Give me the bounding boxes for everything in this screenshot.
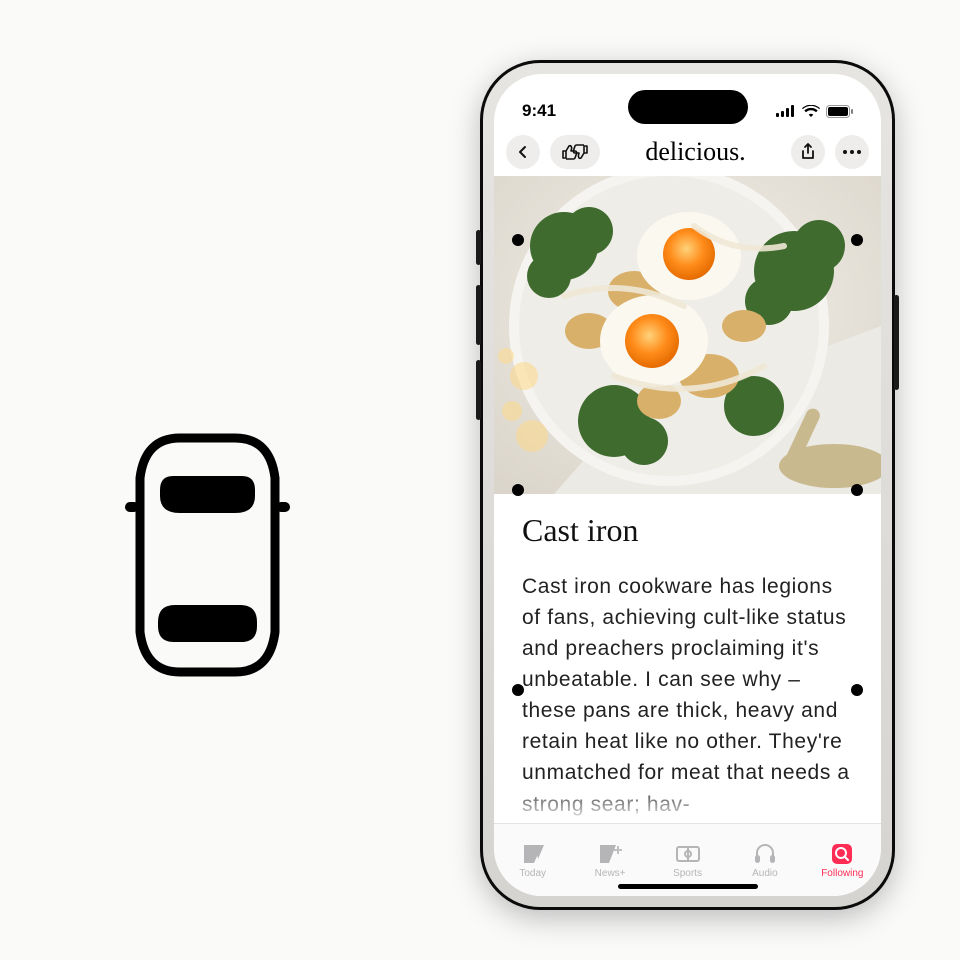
article-nav-bar: delicious.: [494, 128, 881, 176]
article-paragraph: Cast iron cookware has legions of fans, …: [522, 571, 853, 820]
phone-screen: 9:41: [494, 74, 881, 896]
phone-volume-up: [476, 285, 481, 345]
motion-cue-dot: [851, 684, 863, 696]
phone-volume-down: [476, 360, 481, 420]
back-button[interactable]: [506, 135, 540, 169]
home-indicator[interactable]: [618, 884, 758, 889]
dynamic-island: [628, 90, 748, 124]
motion-cue-dot: [851, 234, 863, 246]
tab-label: Audio: [752, 868, 778, 879]
article-heading: Cast iron: [522, 512, 853, 549]
cellular-icon: [776, 105, 796, 117]
motion-cue-dot: [851, 484, 863, 496]
battery-icon: [826, 105, 853, 118]
share-button[interactable]: [791, 135, 825, 169]
phone-side-button: [894, 295, 899, 390]
iphone-frame: 9:41: [480, 60, 895, 910]
article-hero-image: [494, 176, 881, 494]
tab-label: News+: [595, 868, 626, 879]
reaction-button[interactable]: [550, 135, 600, 169]
more-button[interactable]: [835, 135, 869, 169]
tab-following[interactable]: Following: [804, 824, 881, 896]
tab-label: Following: [821, 868, 863, 879]
tab-label: Sports: [673, 868, 702, 879]
phone-silent-switch: [476, 230, 481, 265]
motion-cue-dot: [512, 684, 524, 696]
car-top-view-icon: [125, 430, 290, 680]
tab-today[interactable]: Today: [494, 824, 571, 896]
article-body[interactable]: Cast iron Cast iron cookware has legions…: [494, 494, 881, 824]
motion-cue-dot: [512, 484, 524, 496]
motion-cue-dot: [512, 234, 524, 246]
article-fade: [494, 784, 881, 824]
publication-title: delicious.: [645, 137, 745, 167]
tab-label: Today: [519, 868, 546, 879]
status-time: 9:41: [522, 101, 556, 121]
wifi-icon: [802, 105, 820, 117]
